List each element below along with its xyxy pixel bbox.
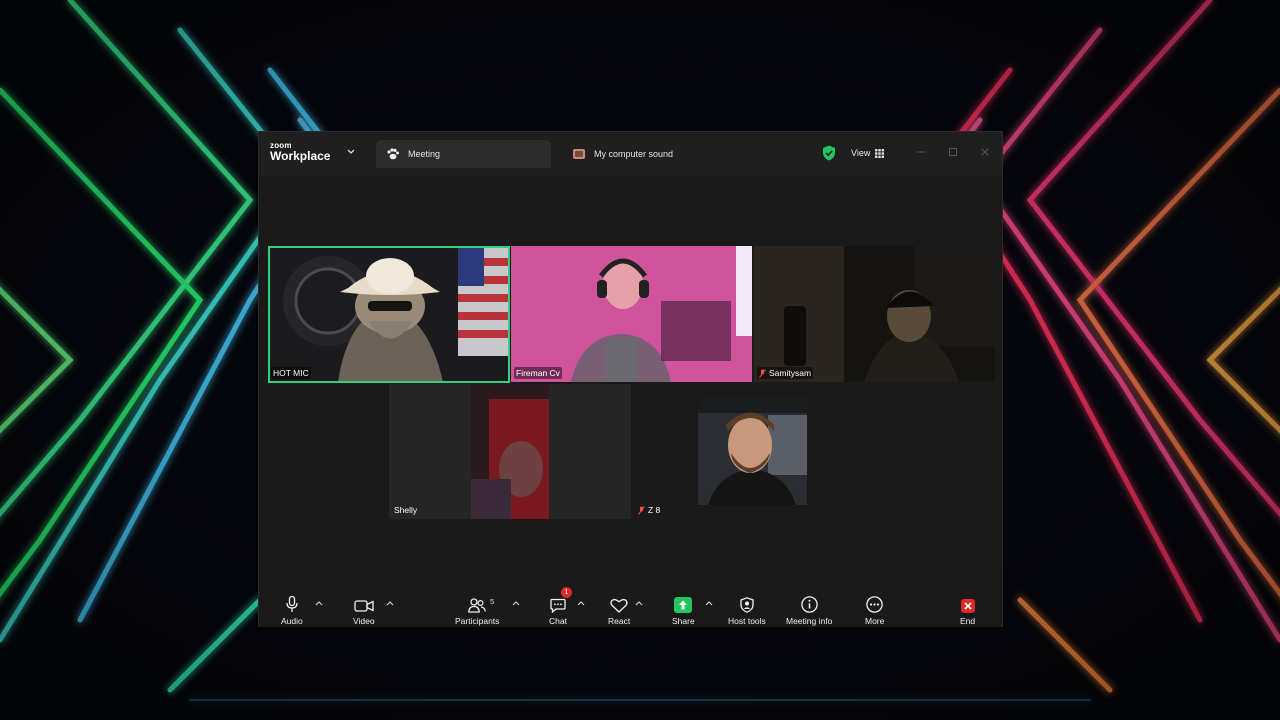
participants-icon bbox=[468, 598, 487, 613]
end-call-icon bbox=[960, 599, 975, 613]
participant-video bbox=[389, 384, 631, 519]
chevron-up-icon[interactable] bbox=[705, 600, 713, 606]
chevron-up-icon[interactable] bbox=[635, 600, 643, 606]
chat-bubble-icon bbox=[550, 598, 566, 613]
view-label: View bbox=[851, 148, 871, 158]
participant-tile-6[interactable] bbox=[698, 395, 807, 505]
tab-meeting-label: Meeting bbox=[408, 149, 441, 159]
participant-video bbox=[511, 246, 752, 382]
more-icon bbox=[866, 596, 883, 613]
close-icon[interactable] bbox=[979, 146, 991, 158]
audio-label: Audio bbox=[281, 616, 303, 626]
participant-name-text: HOT MIC bbox=[273, 368, 309, 378]
shield-icon bbox=[740, 597, 754, 613]
tab-sound-label: My computer sound bbox=[594, 149, 674, 159]
meeting-info-button[interactable]: Meeting info bbox=[786, 583, 832, 627]
video-button[interactable]: Video bbox=[353, 583, 375, 627]
chat-unread-badge: 1 bbox=[560, 587, 572, 598]
participant-name: Fireman Cv bbox=[514, 367, 562, 379]
microphone-icon bbox=[286, 596, 298, 612]
audio-button[interactable]: Audio bbox=[281, 583, 303, 627]
tab-meeting[interactable]: Meeting bbox=[376, 140, 551, 168]
shield-check-icon[interactable] bbox=[822, 145, 836, 161]
end-meeting-button[interactable]: End bbox=[960, 583, 975, 627]
video-camera-icon bbox=[354, 600, 374, 612]
end-label: End bbox=[960, 616, 976, 626]
maximize-icon[interactable] bbox=[947, 146, 959, 158]
tab-my-computer-sound[interactable]: My computer sound bbox=[562, 140, 742, 168]
brand-bottom: Workplace bbox=[270, 149, 331, 163]
zoom-meeting-window: zoom Workplace Meeting My computer sound bbox=[258, 131, 1003, 627]
react-label: React bbox=[608, 616, 631, 626]
participant-tile-fireman-cv[interactable]: Fireman Cv bbox=[511, 246, 752, 382]
paw-icon bbox=[387, 148, 399, 160]
react-button[interactable]: React bbox=[608, 583, 630, 627]
heart-icon bbox=[610, 598, 628, 613]
share-button[interactable]: Share bbox=[672, 583, 695, 627]
app-icon bbox=[573, 149, 585, 159]
more-button[interactable]: More bbox=[865, 583, 884, 627]
meeting-info-label: Meeting info bbox=[786, 616, 833, 626]
chevron-down-icon[interactable] bbox=[346, 147, 356, 157]
meeting-toolbar: Audio Video Participants 5 1 Chat React … bbox=[259, 583, 1002, 627]
mic-muted-icon bbox=[638, 505, 645, 515]
info-icon bbox=[800, 596, 818, 613]
host-tools-button[interactable]: Host tools bbox=[728, 583, 766, 627]
view-button[interactable]: View bbox=[844, 142, 892, 164]
participants-count: 5 bbox=[490, 597, 495, 606]
share-label: Share bbox=[672, 616, 695, 626]
host-tools-label: Host tools bbox=[728, 616, 766, 626]
mic-muted-icon bbox=[759, 368, 766, 378]
chat-button[interactable]: 1 Chat bbox=[549, 583, 572, 627]
chat-label: Chat bbox=[549, 616, 567, 626]
zoom-workplace-logo[interactable]: zoom Workplace bbox=[270, 142, 330, 163]
participant-name-text: Z 8 bbox=[648, 505, 661, 515]
chevron-up-icon[interactable] bbox=[386, 600, 394, 606]
participant-name: Samitysam bbox=[757, 367, 814, 379]
participant-video bbox=[698, 395, 807, 505]
grid-icon bbox=[875, 148, 885, 158]
chevron-up-icon[interactable] bbox=[315, 600, 323, 606]
participant-tile-z8[interactable]: Z 8 bbox=[633, 384, 696, 519]
chevron-up-icon[interactable] bbox=[577, 600, 585, 606]
participant-video bbox=[268, 246, 509, 382]
chevron-up-icon[interactable] bbox=[512, 600, 520, 606]
participant-tile-shelly[interactable]: Shelly bbox=[389, 384, 631, 519]
participant-name: Shelly bbox=[392, 504, 419, 516]
participant-name: Z 8 bbox=[636, 504, 662, 516]
participant-tile-hot-mic[interactable]: HOT MIC bbox=[268, 246, 509, 382]
more-label: More bbox=[865, 616, 885, 626]
share-screen-icon bbox=[674, 597, 693, 613]
participant-name-text: Samitysam bbox=[769, 368, 812, 378]
participant-tile-samitysam[interactable]: Samitysam bbox=[754, 246, 995, 382]
minimize-icon[interactable] bbox=[915, 146, 927, 158]
title-bar: zoom Workplace Meeting My computer sound bbox=[259, 132, 1002, 176]
participant-name-text: Shelly bbox=[394, 505, 418, 515]
video-label: Video bbox=[353, 616, 375, 626]
participant-name: HOT MIC bbox=[271, 367, 311, 379]
participant-video bbox=[754, 246, 995, 382]
participants-label: Participants bbox=[455, 616, 500, 626]
participant-name-text: Fireman Cv bbox=[516, 368, 560, 378]
